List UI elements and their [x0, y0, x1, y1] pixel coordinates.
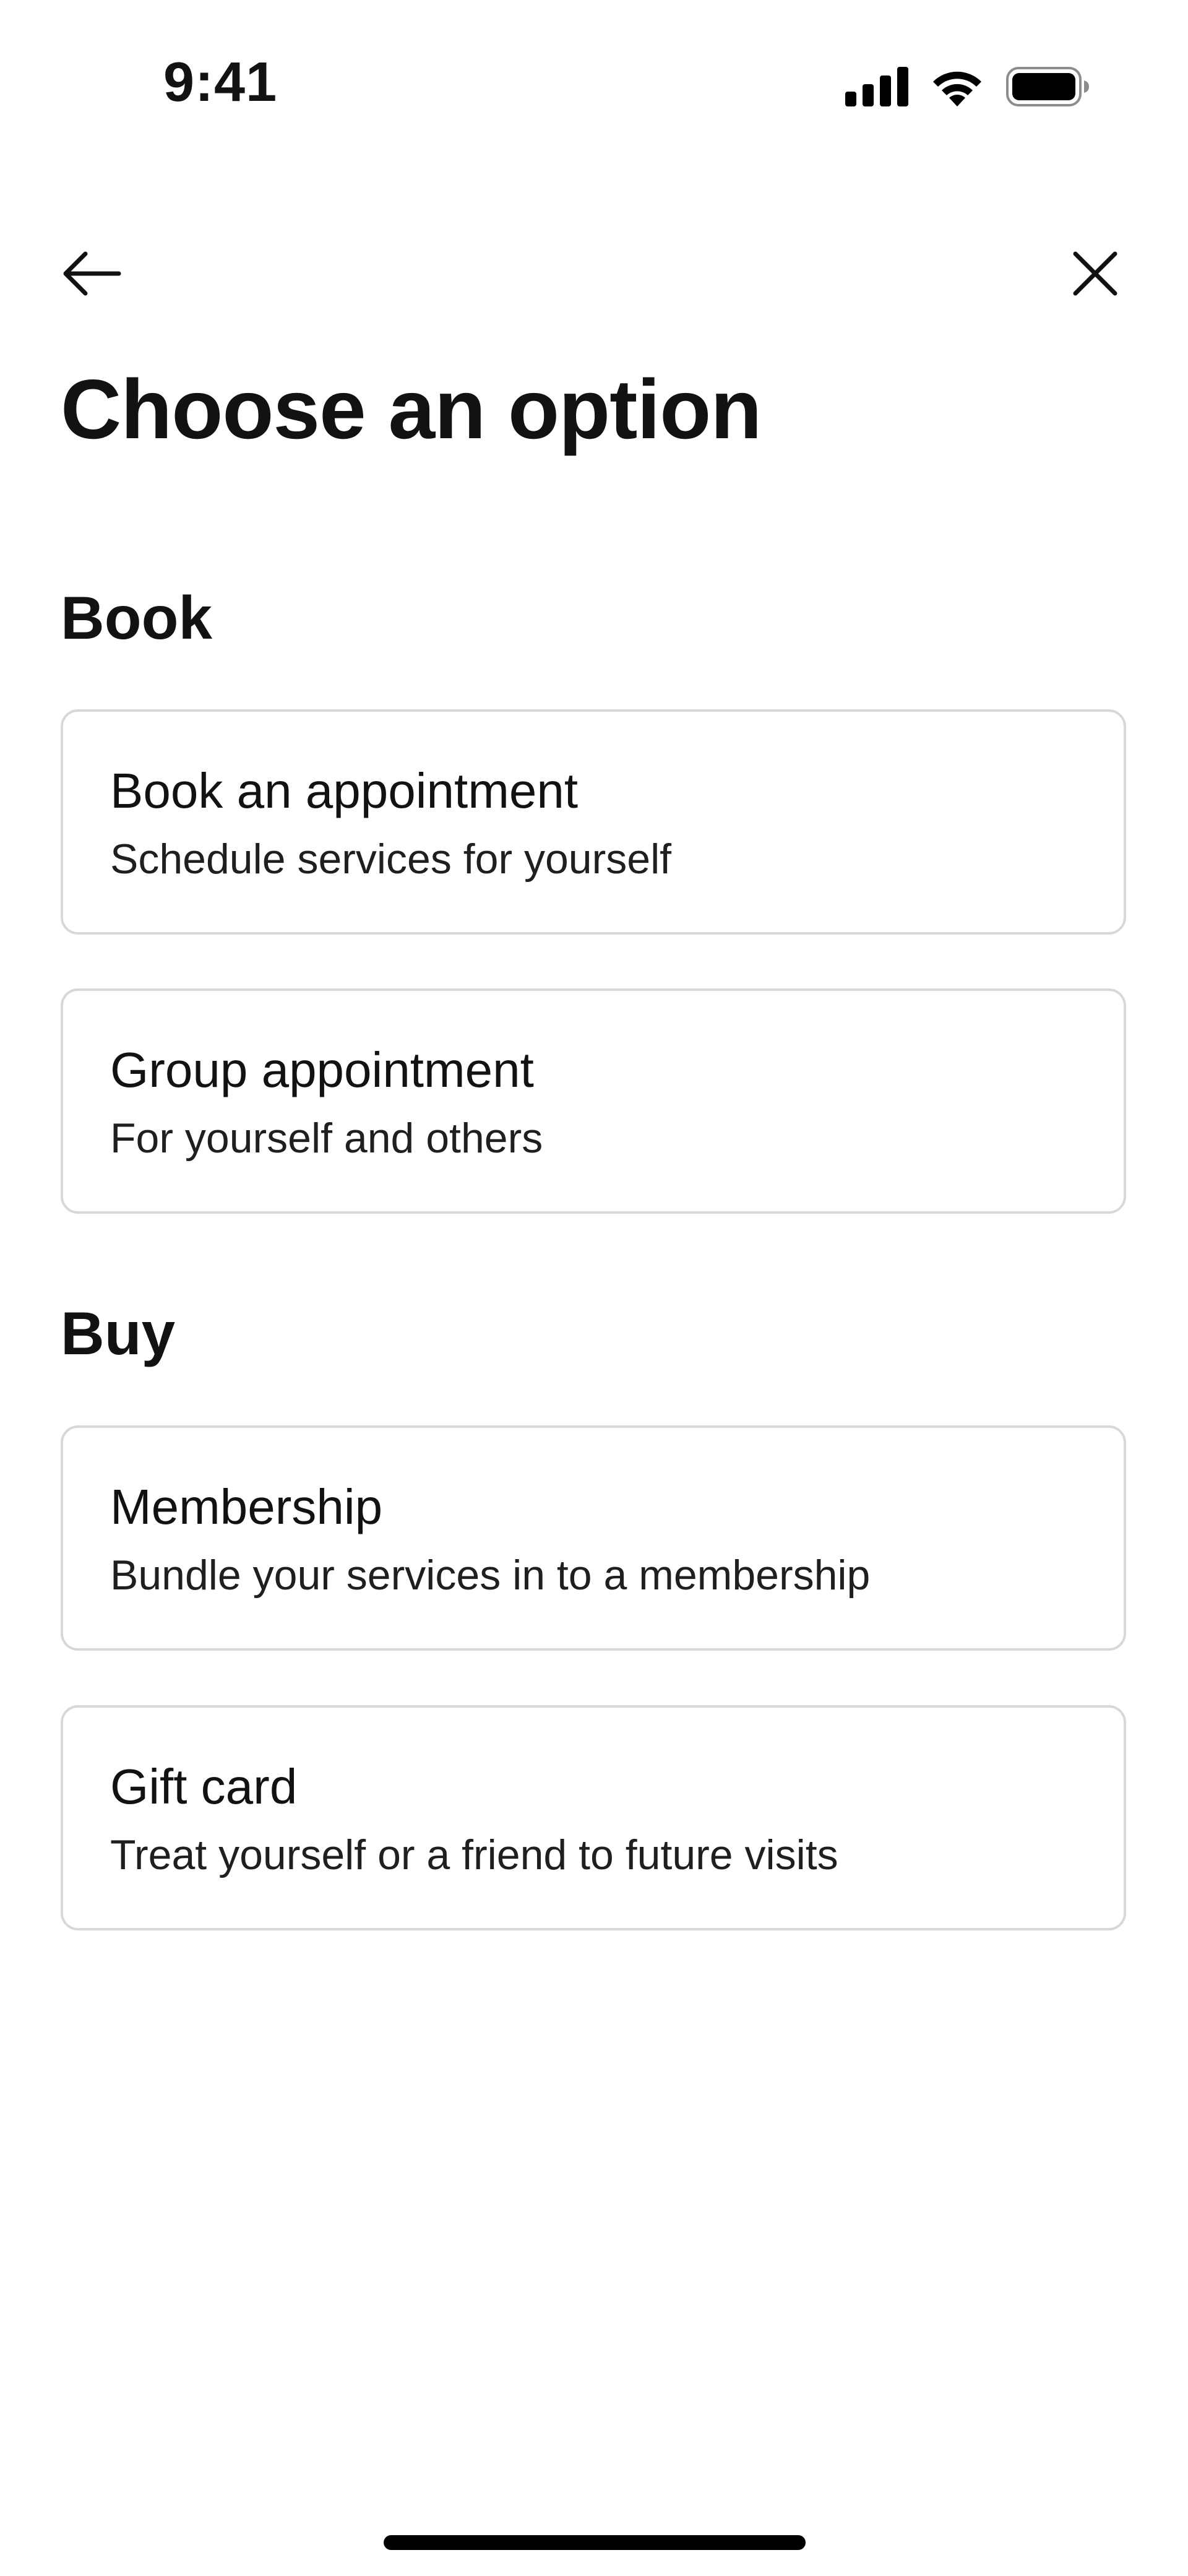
section-heading-buy: Buy [61, 1299, 176, 1367]
section-heading-book: Book [61, 584, 212, 652]
arrow-left-icon [63, 251, 121, 296]
option-subtitle: Bundle your services in to a membership [110, 1552, 871, 1599]
option-title: Membership [110, 1479, 383, 1534]
status-icons [845, 64, 1089, 109]
option-gift-card[interactable]: Gift card Treat yourself or a friend to … [61, 1705, 1126, 1930]
close-button[interactable] [1064, 243, 1126, 305]
battery-icon [1006, 67, 1089, 106]
option-book-appointment[interactable]: Book an appointment Schedule services fo… [61, 709, 1126, 935]
close-icon [1073, 251, 1117, 296]
option-subtitle: Schedule services for yourself [110, 836, 672, 883]
option-subtitle: Treat yourself or a friend to future vis… [110, 1831, 838, 1878]
option-title: Gift card [110, 1759, 298, 1814]
status-time: 9:41 [163, 51, 278, 113]
back-button[interactable] [54, 243, 129, 305]
wifi-icon [933, 71, 981, 106]
option-subtitle: For yourself and others [110, 1115, 543, 1162]
option-title: Group appointment [110, 1042, 534, 1097]
screen: 9:41 Choose an option Book Book an appoi… [0, 0, 1188, 2576]
cellular-signal-icon [845, 67, 908, 106]
option-title: Book an appointment [110, 763, 579, 818]
page-title: Choose an option [61, 362, 762, 456]
status-bar: 9:41 [0, 0, 1188, 149]
option-membership[interactable]: Membership Bundle your services in to a … [61, 1425, 1126, 1651]
option-group-appointment[interactable]: Group appointment For yourself and other… [61, 988, 1126, 1214]
home-indicator[interactable] [384, 2535, 806, 2550]
